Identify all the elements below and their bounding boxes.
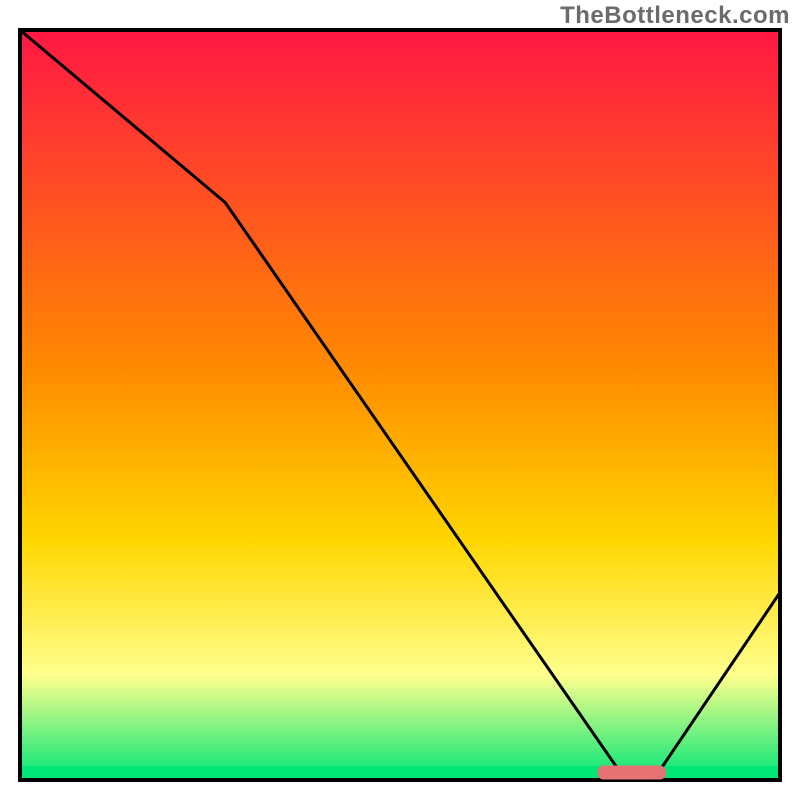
- chart-svg: [0, 0, 800, 800]
- optimal-zone-marker: [598, 766, 666, 780]
- watermark-text: TheBottleneck.com: [560, 2, 790, 30]
- plot-background: [20, 30, 780, 780]
- bottleneck-chart: TheBottleneck.com: [0, 0, 800, 800]
